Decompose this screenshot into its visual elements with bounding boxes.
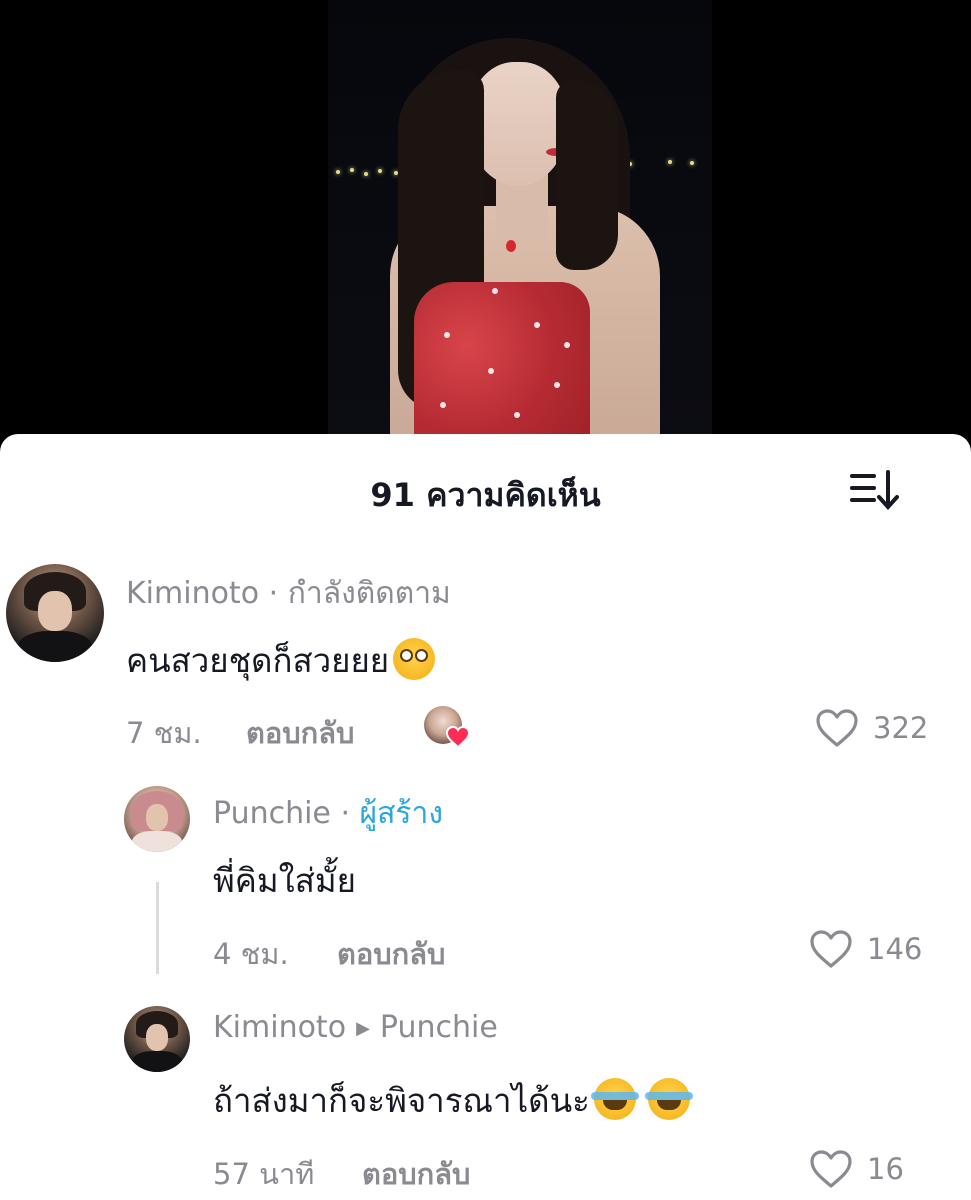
like-count: 146 [867, 932, 923, 966]
creator-label: ผู้สร้าง [359, 796, 444, 831]
comment-text: ถ้าส่งมาก็จะพิจารณาได้นะ [213, 1074, 693, 1127]
video-player[interactable] [0, 0, 971, 440]
comment-time: 57 นาที [213, 1157, 315, 1191]
heart-outline-icon [810, 1150, 852, 1188]
separator: · [268, 576, 279, 611]
comment-time: 7 ชม. [126, 716, 202, 750]
reply-button[interactable]: ตอบกลับ [246, 710, 354, 756]
avatar[interactable] [6, 564, 104, 662]
necklace [506, 240, 516, 252]
following-label: กำลังติดตาม [287, 576, 451, 611]
red-dress [414, 282, 590, 440]
liked-by-creator-badge[interactable] [424, 706, 470, 748]
comments-header: 91 ความคิดเห็น [0, 434, 971, 544]
comment-text: พี่คิมใส่มั้ย [213, 861, 356, 900]
reply-arrow-icon: ▶ [356, 1018, 370, 1039]
tears-of-joy-emoji [590, 1078, 639, 1120]
reply-button[interactable]: ตอบกลับ [337, 931, 445, 977]
tears-of-joy-emoji [644, 1078, 693, 1120]
heart-filled-icon [446, 726, 470, 748]
avatar[interactable] [124, 1006, 190, 1072]
like-button[interactable]: 146 [809, 927, 922, 971]
comment-time: 4 ชม. [213, 937, 289, 971]
comment-author[interactable]: Punchie · ผู้สร้าง [213, 790, 443, 837]
avatar[interactable] [124, 786, 190, 852]
sort-descending-icon[interactable] [848, 468, 904, 512]
reply-button[interactable]: ตอบกลับ [362, 1151, 470, 1197]
heart-outline-icon [816, 709, 858, 747]
video-frame [328, 0, 712, 440]
comment-author[interactable]: Kiminoto · กำลังติดตาม [126, 570, 451, 617]
comments-sheet: 91 ความคิดเห็น Kiminoto · กำลังติดตาม คน… [0, 434, 971, 1200]
username[interactable]: Punchie [213, 796, 331, 831]
comment-author[interactable]: Kiminoto ▶ Punchie [213, 1010, 498, 1045]
like-button[interactable]: 16 [809, 1147, 904, 1191]
reply-thread-line [156, 882, 159, 974]
reply-to-username[interactable]: Punchie [380, 1010, 498, 1045]
heart-outline-icon [810, 930, 852, 968]
like-count: 322 [873, 711, 929, 745]
username[interactable]: Kiminoto [126, 576, 259, 611]
comment-text: คนสวยชุดก็สวยยย [126, 634, 436, 687]
like-button[interactable]: 322 [815, 706, 928, 750]
flushed-face-emoji [393, 638, 436, 680]
comments-count-title: 91 ความคิดเห็น [370, 476, 601, 514]
username[interactable]: Kiminoto [213, 1010, 346, 1045]
like-count: 16 [867, 1152, 904, 1186]
separator: · [340, 796, 350, 831]
